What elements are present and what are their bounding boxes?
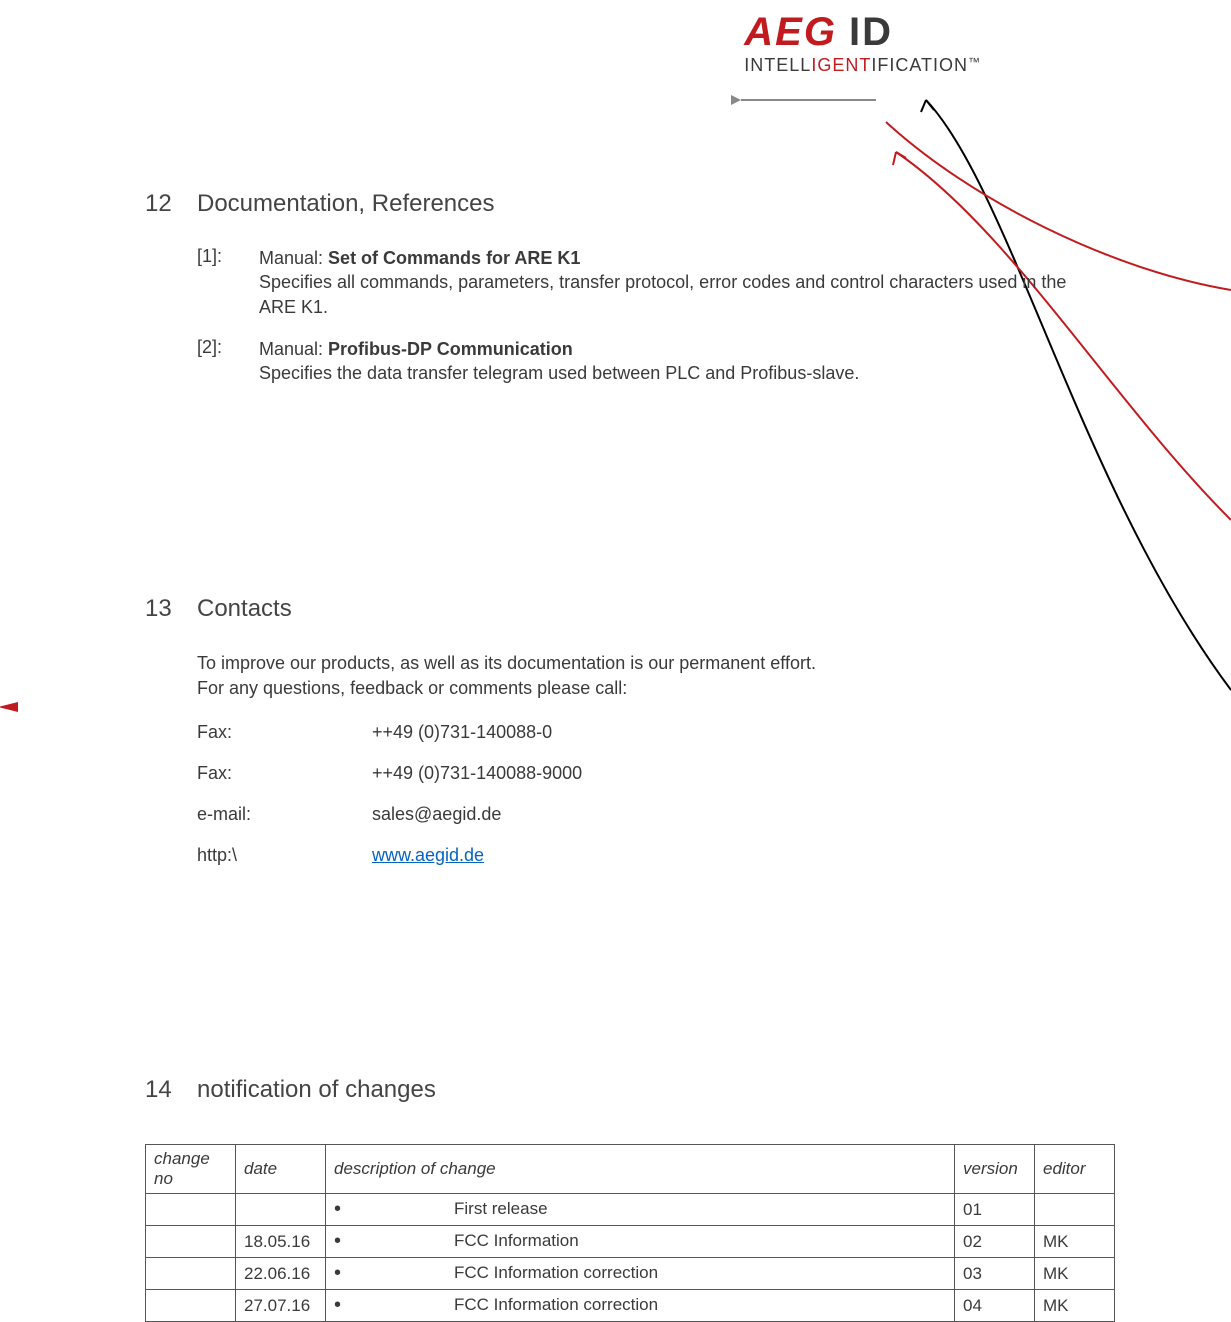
contact-value-email: sales@aegid.de [372,804,501,825]
reference-2-body: Manual: Profibus-DP Communication Specif… [259,337,859,386]
left-arrow-icon [0,692,20,722]
header-editor: editor [1035,1145,1115,1194]
section-12-title: Documentation, References [197,190,495,218]
contacts-intro-line2: For any questions, feedback or comments … [197,678,627,698]
reference-1-body: Manual: Set of Commands for ARE K1 Speci… [259,246,1085,319]
contact-link-web[interactable]: www.aegid.de [372,845,484,866]
reference-1-prefix: Manual: [259,248,328,268]
cell-desc: FCC Information [326,1226,955,1258]
section-12-number: 12 [145,190,197,218]
section-13-title: Contacts [197,595,292,623]
cell-desc-text: FCC Information correction [454,1263,658,1282]
reference-1-title: Set of Commands for ARE K1 [328,248,580,268]
reference-2-desc: Specifies the data transfer telegram use… [259,363,859,383]
cell-no [146,1226,236,1258]
contact-row-email: e-mail: sales@aegid.de [197,804,1085,825]
cell-desc: FCC Information correction [326,1258,955,1290]
contacts-intro-line1: To improve our products, as well as its … [197,653,816,673]
tagline-post: IFICATION [871,55,968,75]
cell-desc-text: FCC Information correction [454,1295,658,1314]
header-change-no: change no [146,1145,236,1194]
header-description: description of change [326,1145,955,1194]
logo-aeg: AEG [744,10,837,54]
table-row: First release 01 [146,1194,1115,1226]
reference-item-2: [2]: Manual: Profibus-DP Communication S… [197,337,1085,386]
contact-label-fax2: Fax: [197,763,372,784]
tagline-tm: ™ [968,55,981,69]
table-row: 18.05.16 FCC Information 02 MK [146,1226,1115,1258]
changes-table: change no date description of change ver… [145,1144,1115,1322]
contact-row-fax1: Fax: ++49 (0)731-140088-0 [197,722,1085,743]
contact-label-email: e-mail: [197,804,372,825]
contact-value-fax2: ++49 (0)731-140088-9000 [372,763,582,784]
section-14-title: notification of changes [197,1076,436,1104]
section-13-number: 13 [145,595,197,623]
cell-desc-text: First release [454,1199,548,1218]
page-content: 12 Documentation, References [1]: Manual… [145,190,1085,1322]
logo-main: AEG ID [744,10,981,55]
reference-2-key: [2]: [197,337,259,386]
contact-value-fax1: ++49 (0)731-140088-0 [372,722,552,743]
section-12-heading: 12 Documentation, References [145,190,1085,218]
reference-item-1: [1]: Manual: Set of Commands for ARE K1 … [197,246,1085,319]
header-version: version [955,1145,1035,1194]
section-13-heading: 13 Contacts [145,595,1085,623]
cell-ed: MK [1035,1258,1115,1290]
header-date: date [236,1145,326,1194]
cell-ver: 02 [955,1226,1035,1258]
cell-date: 22.06.16 [236,1258,326,1290]
logo-tagline: INTELLIGENTIFICATION™ [744,55,981,76]
bullet-icon [334,1198,454,1221]
contact-row-fax2: Fax: ++49 (0)731-140088-9000 [197,763,1085,784]
cell-ver: 03 [955,1258,1035,1290]
bullet-icon [334,1230,454,1253]
cell-desc: First release [326,1194,955,1226]
brand-logo: AEG ID INTELLIGENTIFICATION™ [744,10,981,76]
cell-ed [1035,1194,1115,1226]
table-row: 22.06.16 FCC Information correction 03 M… [146,1258,1115,1290]
cell-desc-text: FCC Information [454,1231,579,1250]
cell-date: 18.05.16 [236,1226,326,1258]
reference-1-key: [1]: [197,246,259,319]
contact-row-http: http:\ www.aegid.de [197,845,1085,866]
cell-date [236,1194,326,1226]
table-header-row: change no date description of change ver… [146,1145,1115,1194]
cell-ver: 01 [955,1194,1035,1226]
reference-2-title: Profibus-DP Communication [328,339,573,359]
contacts-intro: To improve our products, as well as its … [197,651,1085,700]
section-14-heading: 14 notification of changes [145,1076,1085,1104]
tagline-pre: INTELL [744,55,811,75]
reference-1-desc: Specifies all commands, parameters, tran… [259,272,1066,316]
cell-no [146,1258,236,1290]
tagline-red: IGENT [811,55,871,75]
contact-label-fax1: Fax: [197,722,372,743]
contact-label-http: http:\ [197,845,372,866]
bullet-icon [334,1262,454,1285]
section-14-number: 14 [145,1076,197,1104]
reference-2-prefix: Manual: [259,339,328,359]
cell-ed: MK [1035,1226,1115,1258]
logo-id: ID [849,10,893,54]
cell-no [146,1194,236,1226]
